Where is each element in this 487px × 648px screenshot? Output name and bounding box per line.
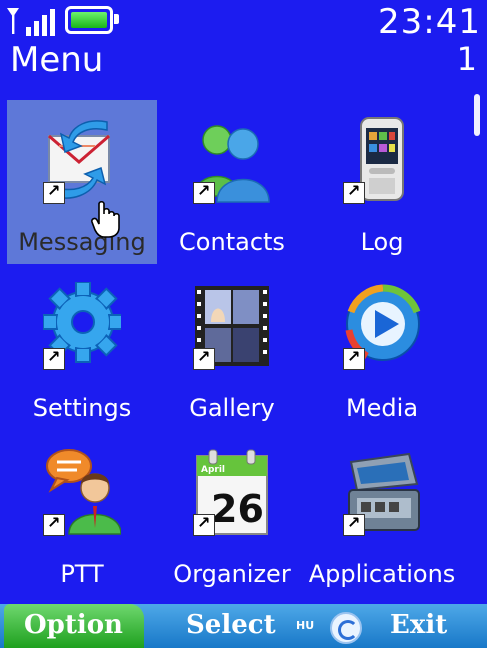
- language-badge: HU: [296, 619, 315, 632]
- exit-softkey[interactable]: Exit: [390, 610, 447, 640]
- shortcut-arrow-icon: [193, 513, 215, 536]
- menu-item-label: Contacts: [179, 228, 285, 256]
- menu-item-label: Log: [360, 228, 404, 256]
- select-softkey[interactable]: Select: [186, 610, 276, 640]
- scroll-thumb[interactable]: [474, 94, 480, 136]
- status-bar: [6, 6, 119, 36]
- shortcut-arrow-icon: [193, 181, 215, 204]
- menu-item-media[interactable]: Media: [307, 266, 457, 432]
- page-number: 1: [456, 40, 477, 78]
- softkey-bar: Option Select HU Exit: [0, 604, 487, 648]
- menu-item-label: Applications: [308, 560, 456, 588]
- menu-item-label: Organizer: [173, 560, 291, 588]
- menu-item-label: Media: [345, 394, 419, 422]
- battery-icon: [65, 6, 119, 34]
- menu-item-ptt[interactable]: PTT: [7, 432, 157, 604]
- signal-strength-icon: [26, 8, 55, 36]
- scrollbar[interactable]: [473, 94, 481, 604]
- menu-item-label: Settings: [32, 394, 132, 422]
- page-title: Menu: [10, 40, 104, 80]
- menu-item-messaging[interactable]: Messaging: [7, 100, 157, 264]
- shortcut-arrow-icon: [43, 347, 65, 370]
- organizer-month: April: [201, 465, 225, 475]
- phone-screen: 23:41 Menu 1 Messaging: [0, 0, 487, 648]
- menu-item-label: PTT: [60, 560, 104, 588]
- menu-item-contacts[interactable]: Contacts: [157, 100, 307, 266]
- menu-item-settings[interactable]: Settings: [7, 266, 157, 432]
- organizer-day: 26: [211, 487, 264, 531]
- option-label: Option: [24, 610, 123, 640]
- menu-item-log[interactable]: Log: [307, 100, 457, 266]
- shortcut-arrow-icon: [343, 181, 365, 204]
- menu-item-applications[interactable]: Applications: [307, 432, 457, 604]
- menu-item-label: Messaging: [18, 228, 146, 256]
- menu-item-organizer[interactable]: April 26 Organizer: [157, 432, 307, 604]
- swirl-icon: [330, 612, 362, 644]
- menu-grid: Messaging Contacts: [7, 100, 459, 604]
- shortcut-arrow-icon: [43, 513, 65, 536]
- shortcut-arrow-icon: [343, 513, 365, 536]
- antenna-icon: [7, 8, 19, 34]
- clock: 23:41: [378, 2, 481, 42]
- shortcut-arrow-icon: [343, 347, 365, 370]
- shortcut-arrow-icon: [43, 181, 65, 204]
- option-softkey[interactable]: Option: [4, 604, 144, 648]
- shortcut-arrow-icon: [193, 347, 215, 370]
- menu-item-label: Gallery: [189, 394, 275, 422]
- menu-item-gallery[interactable]: Gallery: [157, 266, 307, 432]
- hand-cursor-icon: [91, 200, 120, 238]
